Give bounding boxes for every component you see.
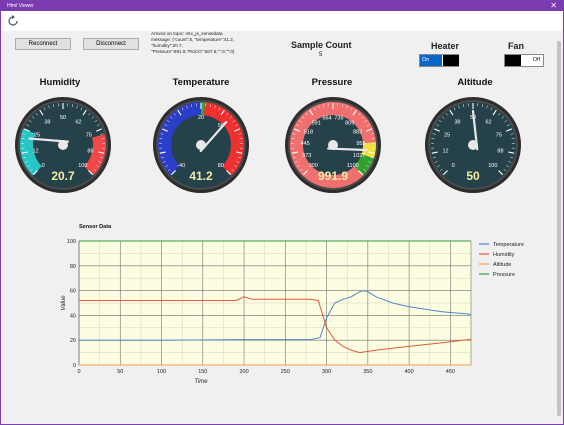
- gauge-tick-label: 62: [75, 120, 81, 126]
- gauge-tick-label: 736: [334, 116, 343, 122]
- gauge-title-altitude: Altitude: [457, 77, 493, 88]
- mqtt-message: Arrived on topic: mtx_js_sensedata messa…: [151, 31, 271, 55]
- scrollbar-thumb[interactable]: [557, 41, 561, 416]
- gauge-tick-label: 12: [442, 148, 448, 154]
- reconnect-button[interactable]: Reconnect: [15, 38, 71, 50]
- temperature-gauge: -4020508041.2: [153, 97, 249, 193]
- x-tick-label: 50: [117, 369, 123, 375]
- vertical-scrollbar[interactable]: [555, 31, 563, 424]
- gauge-hub: [328, 140, 338, 150]
- legend-label: Humidity: [493, 252, 515, 258]
- gauge-tick-label: 50: [60, 115, 66, 121]
- gauge-hub: [468, 140, 478, 150]
- gauge-tick-label: 591: [312, 121, 321, 127]
- sample-count-value: 5: [319, 52, 323, 58]
- y-axis-label: Value: [61, 295, 67, 311]
- gauge-tick-label: 62: [485, 120, 491, 126]
- gauge-tick-label: 664: [322, 116, 331, 122]
- heater-toggle[interactable]: On: [419, 54, 459, 67]
- x-tick-label: 0: [77, 369, 80, 375]
- gauge-tick-label: 25: [34, 132, 40, 138]
- gauge-tick-label: 12: [32, 148, 38, 154]
- gauge-value: 41.2: [189, 169, 213, 183]
- x-tick-label: 450: [446, 369, 455, 375]
- gauge-hub: [58, 140, 68, 150]
- gauge-tick-label: 955: [356, 141, 365, 147]
- x-tick-label: 300: [322, 369, 331, 375]
- y-tick-label: 80: [70, 264, 76, 270]
- gauge-tick-label: 88: [87, 148, 93, 154]
- x-tick-label: 250: [281, 369, 290, 375]
- gauge-value: 20.7: [51, 169, 75, 183]
- legend-label: Temperature: [493, 242, 524, 248]
- gauge-tick-label: 75: [496, 132, 502, 138]
- gauge-tick-label: 445: [300, 141, 309, 147]
- title-bar: Html Viewer ✕: [1, 1, 563, 11]
- legend-label: Altitude: [493, 262, 511, 268]
- x-tick-label: 350: [363, 369, 372, 375]
- humidity-gauge: 0 12 25 38 50 62 75 88 10020.7: [15, 97, 111, 193]
- x-tick-label: 200: [239, 369, 248, 375]
- gauge-tick-label: 80: [218, 163, 224, 169]
- disconnect-button[interactable]: Disconnect: [83, 38, 139, 50]
- gauge-tick-label: 20: [198, 115, 204, 121]
- gauge-tick-label: 882: [353, 130, 362, 136]
- gauge-title-pressure: Pressure: [311, 77, 353, 88]
- sensor-chart: 0 50 100 150 200 250 300 350 400 450 0 20 40 60 80 100 T…: [61, 239, 524, 385]
- y-tick-label: 60: [70, 289, 76, 295]
- heater-knob: [443, 55, 459, 66]
- gauge-tick-label: 100: [488, 163, 497, 169]
- legend-label: Pressure: [493, 272, 515, 278]
- gauge-tick-label: 0: [452, 163, 455, 169]
- chart-title: Sensor Data: [79, 224, 112, 230]
- fan-state: Off: [532, 57, 540, 63]
- gauge-tick-label: 25: [444, 132, 450, 138]
- gauge-tick-label: 300: [309, 163, 318, 169]
- gauge-tick-label: -40: [177, 163, 185, 169]
- gauge-tick-label: 100: [78, 163, 87, 169]
- y-tick-label: 0: [73, 363, 76, 369]
- close-icon[interactable]: ✕: [550, 1, 557, 11]
- x-axis-label: Time: [194, 379, 208, 385]
- altitude-gauge: 01225385062758810050: [425, 97, 521, 193]
- heater-state: On: [420, 55, 442, 66]
- gauge-title-temperature: Temperature: [172, 77, 230, 88]
- gauge-title-humidity: Humidity: [39, 77, 81, 88]
- refresh-icon[interactable]: [6, 14, 20, 28]
- gauge-tick-label: 1027: [353, 153, 365, 159]
- message-line: "Pressure":991.9,"PiriCO":587.6,"":0,"":…: [151, 49, 235, 54]
- gauge-tick-label: 518: [304, 130, 313, 136]
- gauge-hub: [196, 140, 206, 150]
- gauge-tick-label: 38: [454, 120, 460, 126]
- toolbar: [1, 11, 563, 31]
- gauge-value: 50: [466, 169, 480, 183]
- window-title: Html Viewer: [7, 3, 34, 9]
- x-tick-label: 100: [157, 369, 166, 375]
- gauge-tick-label: 809: [345, 121, 354, 127]
- gauge-tick-label: 38: [44, 120, 50, 126]
- gauge-tick-label: 373: [302, 153, 311, 159]
- y-tick-label: 100: [67, 239, 76, 245]
- pressure-gauge: 300 373 445 518 591664 736809 882 955 1027 110099…: [285, 97, 381, 193]
- gauge-tick-label: 0: [42, 163, 45, 169]
- fan-label: Fan: [508, 41, 525, 51]
- heater-label: Heater: [431, 41, 460, 51]
- fan-toggle[interactable]: Off: [504, 54, 544, 67]
- y-tick-label: 40: [70, 313, 76, 319]
- main-content: Reconnect Disconnect Arrived on topic: m…: [1, 31, 563, 424]
- sample-count-label: Sample Count: [291, 40, 352, 50]
- gauge-tick-label: 75: [86, 132, 92, 138]
- fan-knob: [505, 55, 521, 66]
- gauge-value: 991.9: [318, 169, 348, 183]
- app-window: Html Viewer ✕ Reconnect Disconnect Arriv…: [0, 0, 564, 425]
- y-tick-label: 20: [70, 338, 76, 344]
- x-tick-label: 150: [198, 369, 207, 375]
- x-tick-label: 400: [405, 369, 414, 375]
- gauge-tick-label: 88: [497, 148, 503, 154]
- gauge-tick-label: 1100: [347, 163, 359, 169]
